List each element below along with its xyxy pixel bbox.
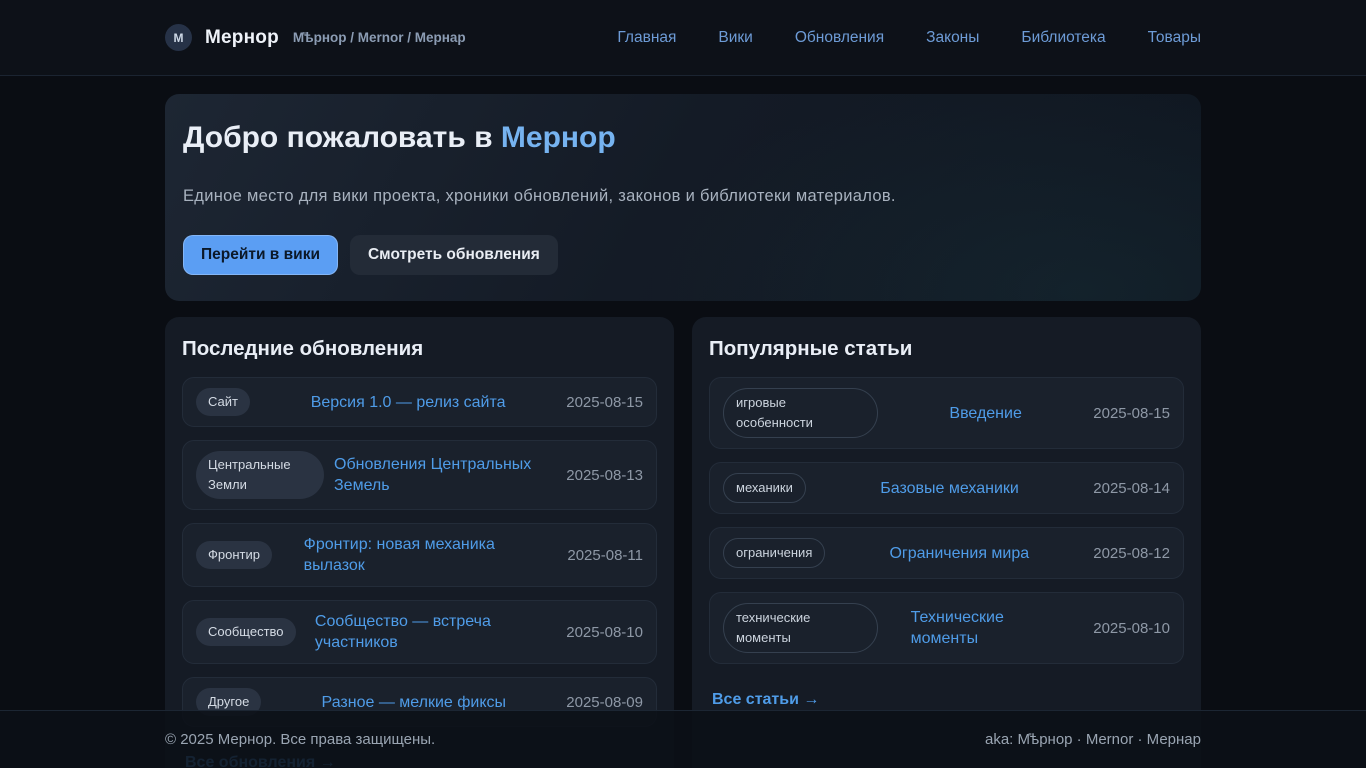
update-row: Сайт Версия 1.0 — релиз сайта 2025-08-15 <box>182 377 657 427</box>
popular-articles-title: Популярные статьи <box>709 337 913 360</box>
update-row: Центральные Земли Обновления Центральных… <box>182 440 657 510</box>
footer-aliases: aka: М̎ѣрнор · Mernor · Мернар <box>984 731 1201 748</box>
update-date: 2025-08-15 <box>566 393 643 411</box>
nav-link[interactable]: Законы <box>926 29 979 47</box>
update-link[interactable]: Сообщество — встреча участников <box>315 611 547 653</box>
update-category-badge: Центральные Земли <box>196 451 324 499</box>
hero-tagline: Единое место для вики проекта, хроники о… <box>183 187 896 205</box>
article-category-badge: игровые особенности <box>723 388 878 438</box>
article-link[interactable]: Ограничения мира <box>889 543 1029 564</box>
nav-link[interactable]: Обновления <box>795 29 884 47</box>
update-row: Фронтир Фронтир: новая механика вылазок … <box>182 523 657 587</box>
brand-logo-icon: М <box>165 24 192 51</box>
article-row: механики Базовые механики 2025-08-14 <box>709 462 1184 514</box>
update-row: Сообщество Сообщество — встреча участник… <box>182 600 657 664</box>
nav-link[interactable]: Библиотека <box>1021 29 1105 47</box>
brand-name: Мернор <box>205 26 279 48</box>
brand-alias: М̎ѣрнор / Mernor / Мернар <box>292 30 466 45</box>
article-category-badge: ограничения <box>723 538 826 568</box>
nav-link[interactable]: Главная <box>617 29 676 47</box>
brand[interactable]: М Мернор М̎ѣрнор / Mernor / Мернар <box>165 24 466 51</box>
page-title-accent: Мернор <box>500 121 616 154</box>
article-row: технические моменты Технические моменты … <box>709 592 1184 664</box>
view-updates-button[interactable]: Смотреть обновления <box>349 235 558 275</box>
update-link[interactable]: Фронтир: новая механика вылазок <box>304 534 536 576</box>
cards-grid: Последние обновления Сайт Версия 1.0 — р… <box>165 317 1201 768</box>
update-date: 2025-08-10 <box>566 623 643 641</box>
top-nav: М Мернор М̎ѣрнор / Mernor / Мернар Главн… <box>0 0 1366 76</box>
articles-list: игровые особенности Введение 2025-08-15 … <box>709 377 1184 664</box>
article-category-badge: технические моменты <box>723 603 878 653</box>
nav-link[interactable]: Вики <box>718 29 752 47</box>
nav-link[interactable]: Товары <box>1148 29 1201 47</box>
main-content: Добро пожаловать в Мернор Единое место д… <box>165 94 1201 768</box>
article-date: 2025-08-10 <box>1093 619 1170 637</box>
article-date: 2025-08-15 <box>1093 404 1170 422</box>
all-articles-link[interactable]: Все статьи → <box>712 691 819 709</box>
updates-list: Сайт Версия 1.0 — релиз сайта 2025-08-15… <box>182 377 657 727</box>
page-title-prefix: Добро пожаловать в <box>183 121 501 154</box>
update-category-badge: Сообщество <box>196 618 296 646</box>
copyright-text: © 2025 Мернор. Все права защищены. <box>165 731 436 748</box>
update-date: 2025-08-09 <box>566 693 643 711</box>
hero-actions: Перейти в вики Смотреть обновления <box>183 235 1183 275</box>
article-link[interactable]: Технические моменты <box>911 607 1061 649</box>
update-date: 2025-08-11 <box>567 546 643 564</box>
page-title: Добро пожаловать в Мернор <box>183 121 1183 155</box>
article-date: 2025-08-14 <box>1093 479 1170 497</box>
latest-updates-card: Последние обновления Сайт Версия 1.0 — р… <box>165 317 674 768</box>
popular-articles-card: Популярные статьи игровые особенности Вв… <box>692 317 1201 768</box>
update-link[interactable]: Версия 1.0 — релиз сайта <box>311 392 506 413</box>
article-row: ограничения Ограничения мира 2025-08-12 <box>709 527 1184 579</box>
main-nav: Главная Вики Обновления Законы Библиотек… <box>617 29 1201 47</box>
article-link[interactable]: Введение <box>949 403 1021 424</box>
article-link[interactable]: Базовые механики <box>880 478 1019 499</box>
go-to-wiki-button[interactable]: Перейти в вики <box>183 235 338 275</box>
update-link[interactable]: Обновления Центральных Земель <box>334 454 556 496</box>
update-category-badge: Сайт <box>196 388 250 416</box>
article-row: игровые особенности Введение 2025-08-15 <box>709 377 1184 449</box>
article-date: 2025-08-12 <box>1093 544 1170 562</box>
page-footer: © 2025 Мернор. Все права защищены. aka: … <box>0 710 1366 768</box>
article-category-badge: механики <box>723 473 806 503</box>
update-category-badge: Фронтир <box>196 541 272 569</box>
latest-updates-title: Последние обновления <box>182 337 424 360</box>
update-date: 2025-08-13 <box>566 466 643 484</box>
hero-banner: Добро пожаловать в Мернор Единое место д… <box>165 94 1201 301</box>
